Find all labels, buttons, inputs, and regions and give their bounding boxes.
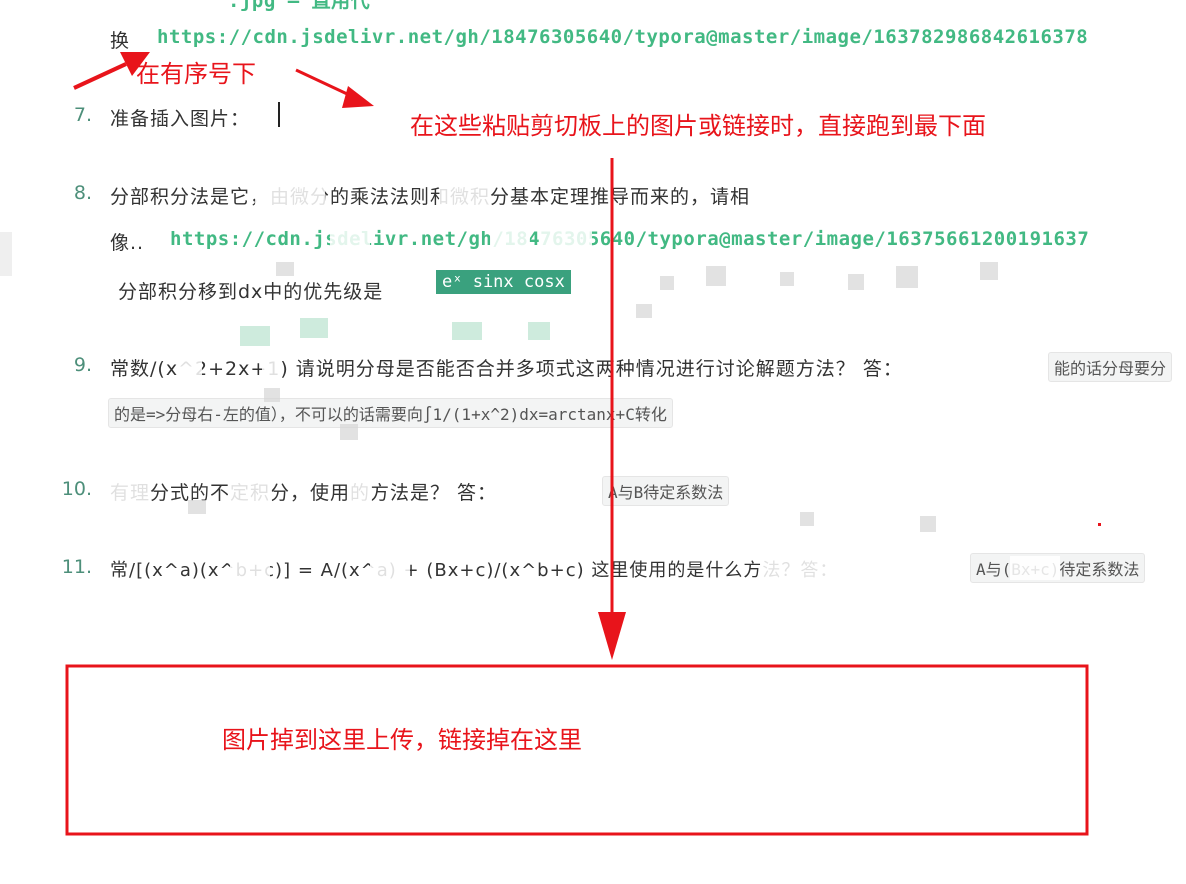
annotation-overlay [65, 52, 1089, 836]
arrow-down-to-box [598, 158, 626, 660]
arrow-to-list-number [73, 52, 150, 90]
annotation-box-label: 图片掉到这里上传，链接掉在这里 [222, 726, 582, 754]
arrow-to-right-label [295, 68, 374, 108]
